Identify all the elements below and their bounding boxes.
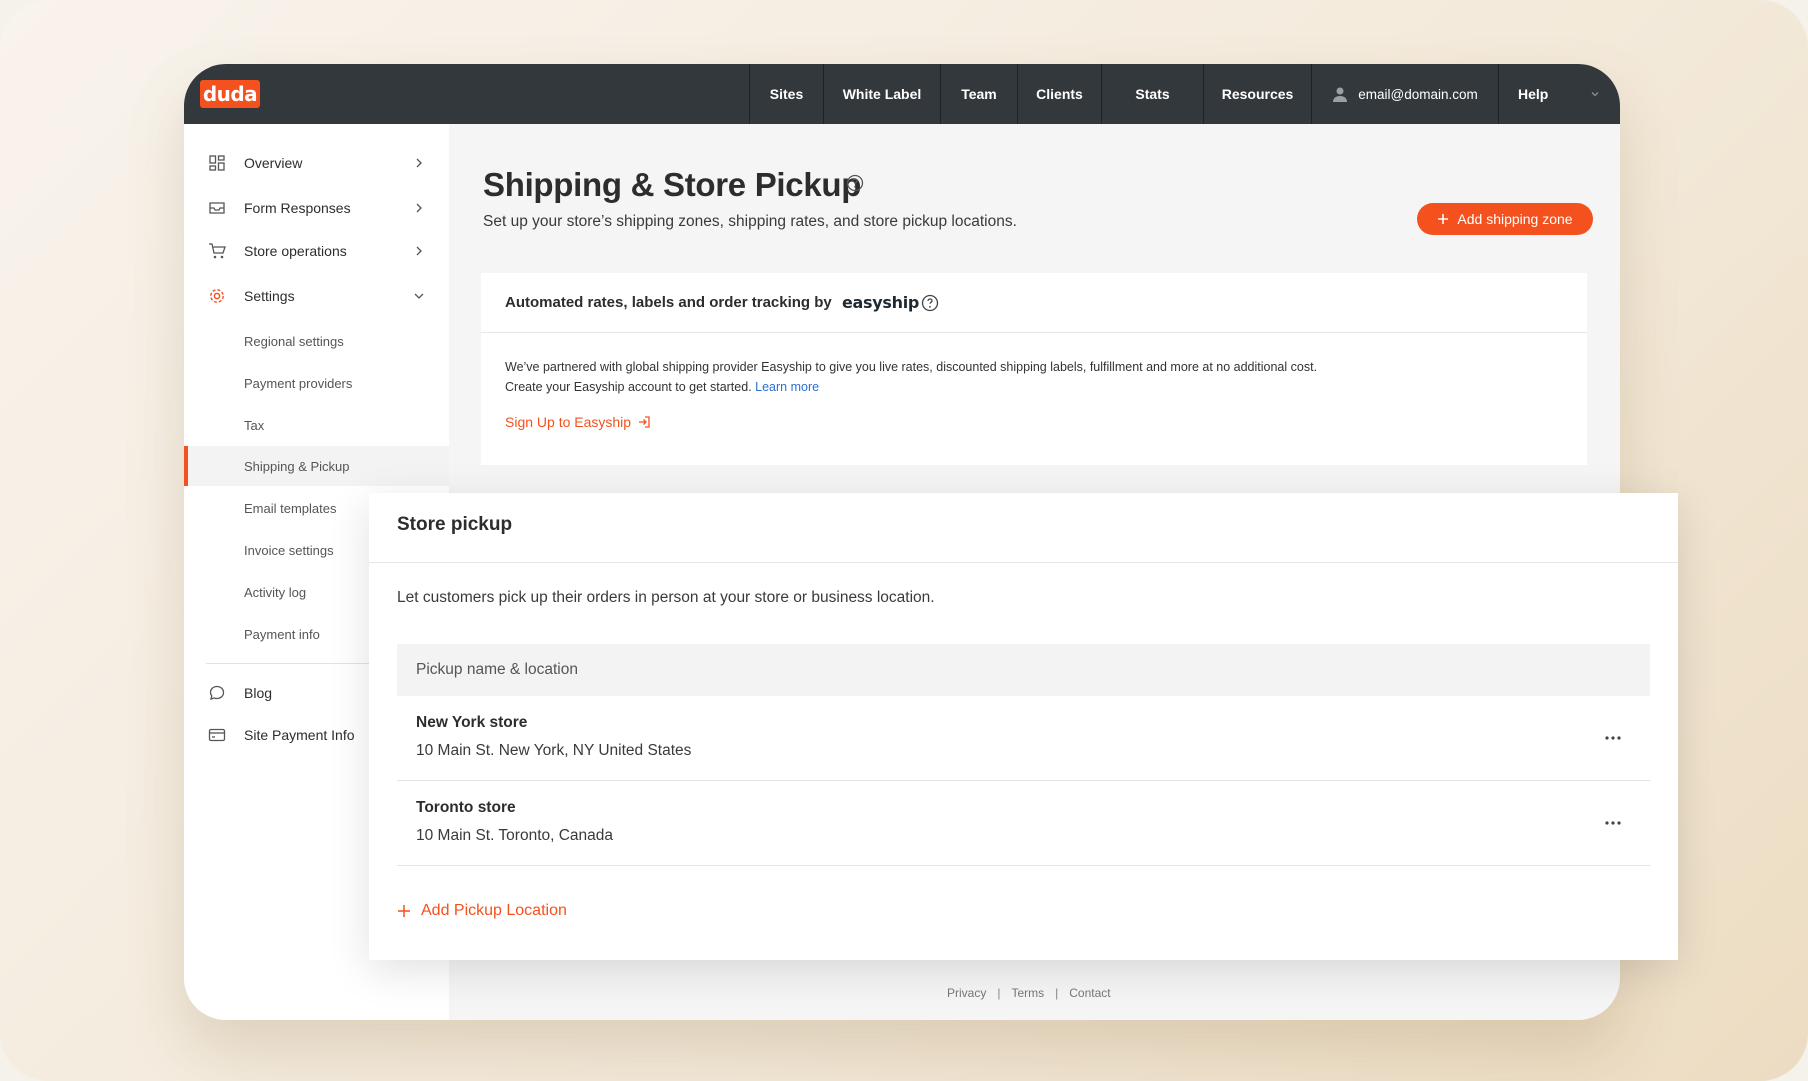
sidebar-item-store-operations[interactable]: Store operations: [184, 231, 449, 271]
sidebar-item-label: Settings: [244, 288, 295, 304]
pickup-table-header: Pickup name & location: [397, 644, 1650, 696]
sidebar-subitem-label: Tax: [244, 417, 265, 433]
nav-sites[interactable]: Sites: [749, 64, 823, 124]
sign-up-easyship-label: Sign Up to Easyship: [505, 414, 632, 430]
pickup-location-address: 10 Main St. New York, NY United States: [416, 742, 692, 759]
pickup-location-row[interactable]: New York store 10 Main St. New York, NY …: [397, 696, 1650, 781]
store-pickup-panel: Store pickup Let customers pick up their…: [369, 493, 1678, 960]
privacy-link[interactable]: Privacy: [936, 986, 997, 1000]
add-pickup-location-button[interactable]: Add Pickup Location: [397, 902, 567, 920]
page-title: Shipping & Store Pickup: [483, 166, 862, 203]
help-circle-icon[interactable]: [846, 174, 864, 192]
pickup-location-row[interactable]: Toronto store 10 Main St. Toronto, Canad…: [397, 781, 1650, 866]
sidebar-item-form-responses[interactable]: Form Responses: [184, 188, 449, 228]
footer-links: Privacy | Terms | Contact: [936, 986, 1122, 1000]
sidebar-item-label: Blog: [244, 685, 273, 701]
easyship-card: Automated rates, labels and order tracki…: [481, 273, 1587, 465]
easyship-cta-line: Create your Easyship account to get star…: [505, 380, 752, 394]
nav-clients[interactable]: Clients: [1017, 64, 1101, 124]
cart-icon: [209, 243, 226, 259]
nav-help[interactable]: Help: [1498, 64, 1620, 124]
sidebar-subitem-shipping-pickup[interactable]: Shipping & Pickup: [184, 446, 449, 486]
nav-stats[interactable]: Stats: [1101, 64, 1203, 124]
help-label: Help: [1518, 86, 1549, 102]
card-icon: [208, 728, 226, 742]
chevron-right-icon: [416, 203, 422, 213]
sidebar-subitem-regional-settings[interactable]: Regional settings: [184, 321, 449, 361]
sidebar-subitem-label: Invoice settings: [244, 542, 334, 558]
store-pickup-header: Store pickup: [369, 493, 1678, 563]
pickup-column-header: Pickup name & location: [416, 661, 578, 678]
easyship-description: We’ve partnered with global shipping pro…: [505, 360, 1318, 374]
sidebar-subitem-label: Regional settings: [244, 333, 344, 349]
account-email: email@domain.com: [1358, 86, 1478, 102]
account-menu[interactable]: email@domain.com: [1311, 64, 1498, 124]
sidebar-item-label: Site Payment Info: [244, 727, 355, 743]
pickup-location-name: New York store: [416, 714, 528, 731]
chevron-down-icon: [1591, 92, 1599, 97]
chat-icon: [209, 685, 225, 700]
nav-resources[interactable]: Resources: [1203, 64, 1311, 124]
pickup-location-name: Toronto store: [416, 799, 516, 816]
person-icon: [1333, 87, 1348, 102]
gear-icon: [210, 289, 224, 303]
page-subtitle: Set up your store’s shipping zones, ship…: [483, 213, 1017, 230]
add-pickup-location-label: Add Pickup Location: [421, 902, 567, 919]
easyship-card-header: Automated rates, labels and order tracki…: [481, 273, 1587, 333]
duda-logo[interactable]: duda: [200, 80, 260, 108]
nav-team[interactable]: Team: [940, 64, 1017, 124]
terms-link[interactable]: Terms: [1000, 986, 1055, 1000]
chevron-down-icon: [414, 293, 424, 299]
sidebar-subitem-label: Payment providers: [244, 375, 353, 391]
easyship-logo: easyship: [842, 293, 920, 312]
inbox-icon: [209, 202, 225, 214]
grid-icon: [209, 155, 225, 171]
pickup-location-address: 10 Main St. Toronto, Canada: [416, 827, 614, 844]
top-navigation-bar: duda Sites White Label Team Clients Stat…: [184, 64, 1620, 124]
store-pickup-title: Store pickup: [397, 514, 513, 535]
sidebar-item-label: Store operations: [244, 243, 347, 259]
nav-white-label[interactable]: White Label: [823, 64, 940, 124]
help-circle-icon[interactable]: [921, 294, 939, 312]
easyship-cta-text: Create your Easyship account to get star…: [505, 380, 819, 394]
easyship-header-text: Automated rates, labels and order tracki…: [505, 294, 832, 311]
sidebar-subitem-payment-providers[interactable]: Payment providers: [184, 363, 449, 403]
store-pickup-description: Let customers pick up their orders in pe…: [397, 589, 935, 606]
sidebar-subitem-label: Payment info: [244, 626, 320, 642]
top-nav: Sites White Label Team Clients Stats Res…: [749, 64, 1620, 124]
external-link-icon: [639, 416, 650, 428]
plus-icon: [1438, 214, 1449, 224]
add-shipping-zone-button[interactable]: Add shipping zone: [1417, 203, 1593, 235]
contact-link[interactable]: Contact: [1058, 986, 1121, 1000]
sidebar-item-settings[interactable]: Settings: [184, 276, 449, 316]
sign-up-easyship-link[interactable]: Sign Up to Easyship: [505, 414, 651, 430]
sidebar-item-label: Form Responses: [244, 200, 351, 216]
learn-more-link[interactable]: Learn more: [755, 380, 819, 394]
sidebar-subitem-label: Activity log: [244, 584, 307, 600]
sidebar-subitem-label: Shipping & Pickup: [244, 458, 350, 474]
sidebar-item-label: Overview: [244, 155, 303, 171]
sidebar-item-overview[interactable]: Overview: [184, 143, 449, 183]
plus-icon: [398, 905, 410, 917]
chevron-right-icon: [416, 158, 422, 168]
sidebar-subitem-tax[interactable]: Tax: [184, 405, 449, 445]
sidebar-subitem-label: Email templates: [244, 500, 337, 516]
chevron-right-icon: [416, 246, 422, 256]
more-options-icon[interactable]: [1601, 811, 1625, 835]
add-shipping-zone-label: Add shipping zone: [1457, 211, 1573, 227]
more-options-icon[interactable]: [1601, 726, 1625, 750]
